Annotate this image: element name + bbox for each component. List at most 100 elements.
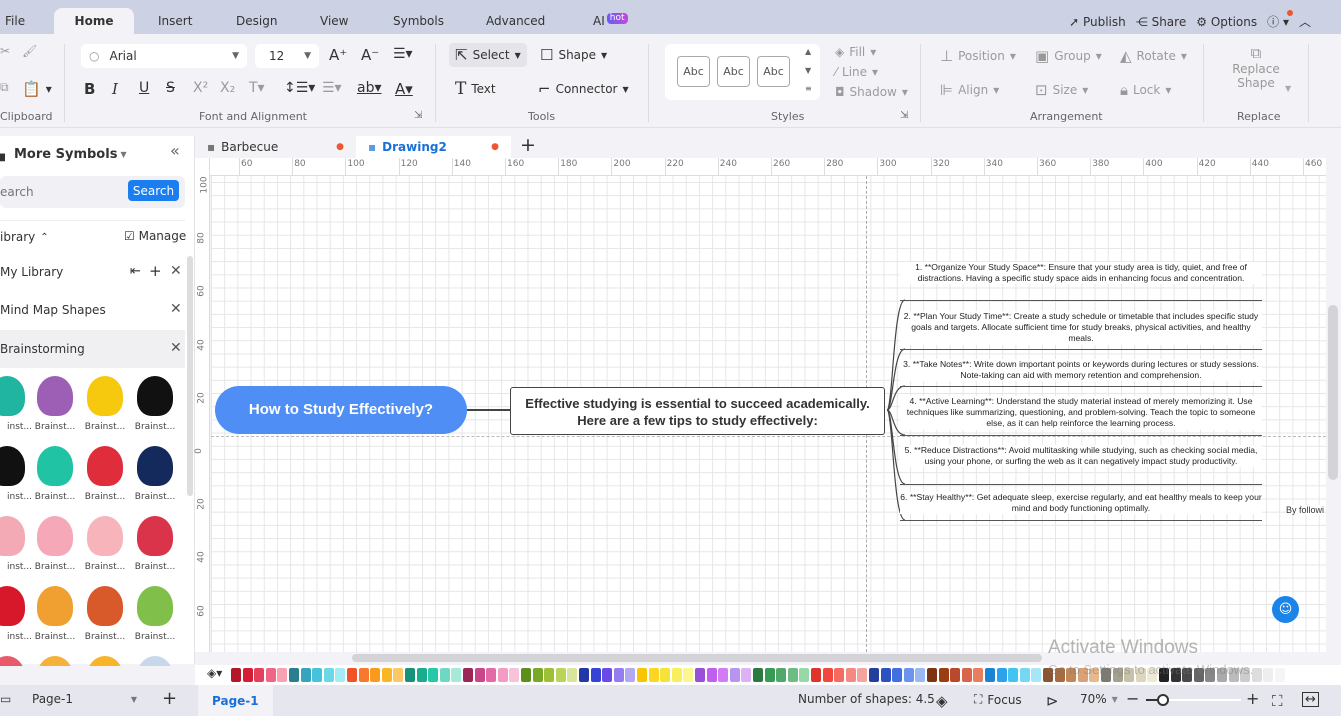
gallery-up-icon[interactable]: ▲ — [805, 47, 811, 56]
close-icon[interactable]: ✕ — [170, 301, 182, 317]
tab-design[interactable]: Design — [236, 14, 277, 28]
page-select[interactable]: Page-1 ▼ — [32, 692, 137, 706]
color-swatch[interactable] — [231, 668, 241, 682]
symbol-brainstorming[interactable]: Brainst... — [130, 586, 180, 651]
color-swatch[interactable] — [927, 668, 937, 682]
color-swatch[interactable] — [1251, 668, 1262, 682]
style-preset-3[interactable]: Abc — [757, 56, 790, 87]
ai-assistant-bot-icon[interactable]: ☺ — [1272, 596, 1299, 623]
zoom-select[interactable]: 70% ▼ — [1080, 692, 1118, 706]
color-swatch[interactable] — [613, 668, 624, 682]
font-settings-launcher-icon[interactable]: ⇲ — [414, 110, 422, 121]
color-swatch[interactable] — [776, 668, 787, 682]
color-swatch[interactable] — [683, 668, 694, 682]
search-button[interactable]: Search — [128, 180, 179, 201]
decrease-font-icon[interactable]: A⁻ — [361, 46, 379, 64]
increase-font-icon[interactable]: A⁺ — [329, 46, 347, 64]
shadow-button[interactable]: ◘ Shadow ▾ — [835, 85, 908, 99]
color-swatch[interactable] — [509, 668, 520, 682]
color-swatch[interactable] — [671, 668, 682, 682]
color-swatch[interactable] — [555, 668, 566, 682]
horizontal-scrollbar[interactable] — [352, 654, 1042, 662]
fit-width-icon[interactable]: ↔ — [1302, 692, 1319, 707]
vertical-scrollbar[interactable] — [1328, 305, 1338, 480]
font-family-select[interactable]: ○ Arial ▼ — [81, 44, 247, 68]
add-page-button[interactable]: + — [162, 688, 177, 709]
color-swatch[interactable] — [579, 668, 589, 682]
zoom-slider-track[interactable] — [1146, 694, 1241, 706]
color-swatch[interactable] — [892, 668, 903, 682]
color-swatch[interactable] — [1275, 668, 1285, 682]
paste-button[interactable]: 📋 ▾ — [22, 80, 52, 98]
focus-button[interactable]: ⛶ Focus — [974, 692, 1022, 707]
color-swatch[interactable] — [428, 668, 439, 682]
color-swatch[interactable] — [521, 668, 531, 682]
underline-icon[interactable]: U — [139, 80, 149, 96]
strikethrough-icon[interactable]: S — [166, 80, 175, 96]
font-color-icon[interactable]: A▾ — [395, 80, 413, 98]
color-swatch[interactable] — [532, 668, 543, 682]
subtopic-2[interactable]: 2. **Plan Your Study Time**: Create a st… — [900, 311, 1262, 345]
color-swatch[interactable] — [393, 668, 404, 682]
color-swatch[interactable] — [741, 668, 752, 682]
color-swatch[interactable] — [764, 668, 775, 682]
color-swatch[interactable] — [265, 668, 276, 682]
subtopic-1[interactable]: 1. **Organize Your Study Space**: Ensure… — [900, 262, 1262, 285]
color-swatch[interactable] — [869, 668, 879, 682]
panel-scrollbar[interactable] — [187, 256, 193, 496]
line-button[interactable]: ⁄ Line ▾ — [835, 65, 878, 79]
color-swatch[interactable] — [1031, 668, 1042, 682]
color-swatch[interactable] — [358, 668, 369, 682]
position-button[interactable]: ⊥ Position ▾ — [940, 47, 1016, 65]
color-swatch[interactable] — [660, 668, 671, 682]
color-swatch[interactable] — [695, 668, 705, 682]
symbol-brainstorming[interactable]: inst... — [0, 586, 32, 651]
root-topic[interactable]: How to Study Effectively? — [215, 386, 467, 434]
color-swatch[interactable] — [625, 668, 636, 682]
import-icon[interactable]: ⇤ — [130, 264, 141, 279]
line-spacing-icon[interactable]: ↕☰▾ — [284, 80, 315, 96]
color-swatch[interactable] — [567, 668, 578, 682]
bold-icon[interactable]: B — [84, 80, 95, 98]
cut-icon[interactable]: ✂ — [0, 44, 10, 58]
help-button[interactable]: ⓘ ▾ — [1267, 10, 1293, 30]
library-item-mind-map-shapes[interactable]: Mind Map Shapes — [0, 292, 185, 328]
color-swatch[interactable] — [463, 668, 473, 682]
color-swatch[interactable] — [323, 668, 334, 682]
font-size-select[interactable]: 12 ▼ — [255, 44, 319, 68]
color-swatch[interactable] — [381, 668, 392, 682]
style-preset-1[interactable]: Abc — [677, 56, 710, 87]
symbol-brainstorming[interactable]: Brainst... — [130, 446, 180, 511]
select-tool-button[interactable]: ⇱ Select ▼ — [449, 43, 527, 67]
symbol-brainstorming[interactable]: Brainst... — [80, 376, 130, 441]
symbol-brainstorming[interactable]: Brainst... — [80, 516, 130, 581]
color-swatch[interactable] — [938, 668, 949, 682]
tab-symbols[interactable]: Symbols — [393, 14, 444, 28]
symbol-brainstorming[interactable] — [80, 656, 130, 666]
italic-icon[interactable]: I — [112, 80, 118, 98]
subtopic-6[interactable]: 6. **Stay Healthy**: Get adequate sleep,… — [900, 492, 1262, 515]
shape-tool-button[interactable]: ☐ Shape ▼ — [540, 46, 607, 64]
text-tool-button[interactable]: T Text — [455, 79, 496, 99]
color-swatch[interactable] — [451, 668, 462, 682]
color-swatch[interactable] — [903, 668, 914, 682]
align-button[interactable]: ⊫ Align ▾ — [940, 81, 999, 99]
symbol-brainstorming[interactable]: inst... — [0, 516, 32, 581]
symbol-brainstorming[interactable]: inst... — [0, 376, 32, 441]
color-swatch[interactable] — [602, 668, 613, 682]
bullets-icon[interactable]: ☰▾ — [322, 80, 342, 96]
color-swatch[interactable] — [335, 668, 346, 682]
highlight-icon[interactable]: ab▾ — [357, 80, 382, 96]
main-topic[interactable]: Effective studying is essential to succe… — [510, 387, 885, 435]
symbol-brainstorming[interactable]: Brainst... — [30, 516, 80, 581]
tab-advanced[interactable]: Advanced — [486, 14, 545, 28]
subscript-icon[interactable]: X₂ — [220, 80, 235, 96]
copy-icon[interactable]: ⧉ — [0, 80, 9, 95]
color-swatch[interactable] — [787, 668, 798, 682]
color-swatch[interactable] — [439, 668, 450, 682]
close-icon[interactable]: ✕ — [170, 340, 182, 356]
color-swatch[interactable] — [718, 668, 729, 682]
symbol-brainstorming[interactable]: Brainst... — [130, 376, 180, 441]
zoom-out-button[interactable]: − — [1126, 689, 1139, 708]
trailing-subtopic-text[interactable]: By followi — [1286, 505, 1325, 515]
